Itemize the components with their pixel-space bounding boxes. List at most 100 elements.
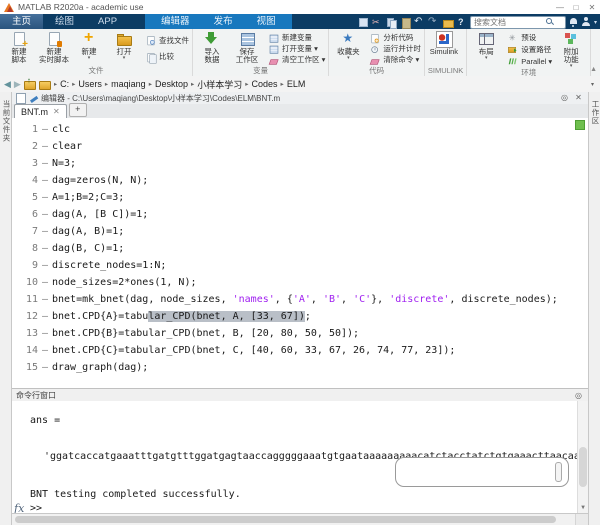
editor-panel-restore-icon[interactable]: ◎ [559,92,570,104]
command-window[interactable]: ans = 'ggatcaccatgaaatttgatgtttggatgagta… [12,401,588,513]
ribbon-item-new[interactable]: 新建▾ [73,31,105,66]
ribbon-item-addons[interactable]: 附加 功能▾ [555,31,587,68]
ribbon-item-clear[interactable]: 清空工作区 ▾ [266,55,325,65]
tab-close-icon[interactable]: ✕ [53,107,60,116]
code-line[interactable]: 12–bnet.CPD{A}=tabular_CPD(bnet, A, [33,… [12,308,588,325]
ribbon-context-tab[interactable]: 编辑器 [149,14,202,29]
code-line[interactable]: 1–clc [12,121,588,138]
code-line[interactable]: 4–dag=zeros(N, N); [12,172,588,189]
ribbon-item-fav[interactable]: 收藏夹▾ [332,31,364,66]
ribbon-item-analyze[interactable]: 分析代码 [367,33,421,43]
workspace-collapsed-panel[interactable]: 工作区 [588,92,600,525]
command-prompt[interactable]: >> [30,503,42,513]
code-line[interactable]: 7–dag(A, B)=1; [12,223,588,240]
doc-search-box[interactable] [470,16,566,29]
breadcrumb-item[interactable]: Desktop [155,79,188,89]
ribbon-item-save-ws[interactable]: 保存 工作区 [231,31,263,66]
ribbon-item-pref[interactable]: 预设 [505,33,552,43]
clear-icon [268,55,277,64]
back-icon[interactable]: ◀ [4,77,11,91]
code-line[interactable]: 3–N=3; [12,155,588,172]
redo-icon[interactable] [428,17,439,28]
line-number: 2 [12,138,38,155]
code-line[interactable]: 13–bnet.CPD{B}=tabular_CPD(bnet, B, [20,… [12,325,588,342]
address-dropdown-icon[interactable]: ▾ [591,81,594,88]
code-token: }, [371,294,389,305]
code-line[interactable]: 6–dag(A, [B C])=1; [12,206,588,223]
code-line[interactable]: 9–discrete_nodes=1:N; [12,257,588,274]
hscrollbar-thumb[interactable] [15,516,556,523]
search-icon[interactable] [546,18,554,26]
ribbon-item-clear[interactable]: 清除命令 ▾ [367,55,421,65]
ribbon-context-tab[interactable]: 视图 [245,14,288,29]
ribbon-item-table[interactable]: 新建变量 [266,33,325,43]
help-icon[interactable] [456,17,467,28]
ribbon-item-parallel[interactable]: Parallel ▾ [505,56,552,66]
folder-icon[interactable] [442,17,453,28]
code-line[interactable]: 5–A=1;B=2;C=3; [12,189,588,206]
layout-icon [478,31,494,47]
code-line[interactable]: 8–dag(B, C)=1; [12,240,588,257]
code-editor[interactable]: 1–clc2–clear3–N=3;4–dag=zeros(N, N);5–A=… [12,118,588,388]
horizontal-scrollbar[interactable] [12,513,588,525]
user-account-icon[interactable] [581,17,591,27]
forward-icon[interactable]: ▶ [14,77,21,91]
save-icon[interactable] [358,17,369,28]
ribbon-item-import[interactable]: 导入 数据 [196,31,228,66]
ribbon-item-find-files[interactable]: 查找文件 [143,35,189,45]
code-token: clear [52,141,82,152]
ribbon-item-simulink[interactable]: Simulink [428,31,460,66]
code-analyzer-indicator[interactable] [575,120,585,130]
copy-icon[interactable] [386,17,397,28]
folder-up-icon[interactable] [24,79,36,89]
breadcrumb-item[interactable]: Codes [252,79,278,89]
vscrollbar-thumb[interactable] [579,447,587,487]
ribbon-item-compare[interactable]: 比较 [143,52,189,62]
new-tab-button[interactable]: + [69,103,87,117]
ribbon-item-new-script[interactable]: 新建 脚本 [3,31,35,66]
browse-folder-icon[interactable] [39,79,51,89]
code-line[interactable]: 15–draw_graph(dag); [12,359,588,376]
fx-icon[interactable]: fx [14,502,24,513]
scroll-down-arrow-icon[interactable]: ▼ [578,503,588,513]
ribbon-item-layout[interactable]: 布局▾ [470,31,502,68]
code-line[interactable]: 11–bnet=mk_bnet(dag, node_sizes, 'names'… [12,291,588,308]
paste-icon[interactable] [400,17,411,28]
breadcrumb-item[interactable]: maqiang [111,79,146,89]
current-folder-collapsed-panel[interactable]: 当前文件夹 [0,92,12,525]
doc-search-input[interactable] [474,18,544,27]
code-line[interactable]: 14–bnet.CPD{C}=tabular_CPD(bnet, C, [40,… [12,342,588,359]
ribbon-group: 收藏夹▾分析代码运行并计时清除命令 ▾代码 [329,29,425,76]
ribbon-item-open[interactable]: 打开▾ [108,31,140,66]
ribbon-item-table[interactable]: 打开变量 ▾ [266,44,325,54]
ribbon-tab[interactable]: 绘图 [43,14,86,29]
code-line[interactable]: 10–node_sizes=2*ones(1, N); [12,274,588,291]
command-window-vscrollbar[interactable]: ▼ [577,401,588,513]
user-menu-chevron-icon[interactable]: ▾ [594,19,597,26]
command-window-restore-icon[interactable]: ◎ [573,390,584,402]
editor-panel-close-icon[interactable]: ✕ [573,92,584,104]
line-number: 6 [12,206,38,223]
close-button[interactable]: ✕ [584,1,600,14]
ribbon-context-tab[interactable]: 发布 [202,14,245,29]
breadcrumb-item[interactable]: 小样本学习 [197,78,242,91]
notifications-bell-icon[interactable] [569,17,578,27]
code-text: dag(A, [B C])=1; [52,206,148,223]
ribbon-item-path[interactable]: 设置路径 [505,44,552,54]
breadcrumb-item[interactable]: ELM [287,79,306,89]
code-line[interactable]: 2–clear [12,138,588,155]
undo-icon[interactable] [414,17,425,28]
overlay-scrollbar-thumb[interactable] [555,462,562,482]
ribbon-item-live-script[interactable]: 新建 实时脚本 [38,31,70,66]
file-tab-bnt[interactable]: BNT.m ✕ [14,104,67,119]
ribbon-item-help[interactable]: 帮助▾ [594,31,600,66]
breadcrumb-item[interactable]: C: [60,79,69,89]
ribbon-tab[interactable]: 主页 [0,14,43,29]
cut-icon[interactable] [372,17,383,28]
ribbon-tab[interactable]: APP [86,14,129,29]
minimize-button[interactable]: — [552,1,568,14]
code-token: draw_graph(dag); [52,362,148,373]
breadcrumb-item[interactable]: Users [78,79,102,89]
maximize-button[interactable]: □ [568,1,584,14]
ribbon-item-runtime[interactable]: 运行并计时 [367,44,421,54]
